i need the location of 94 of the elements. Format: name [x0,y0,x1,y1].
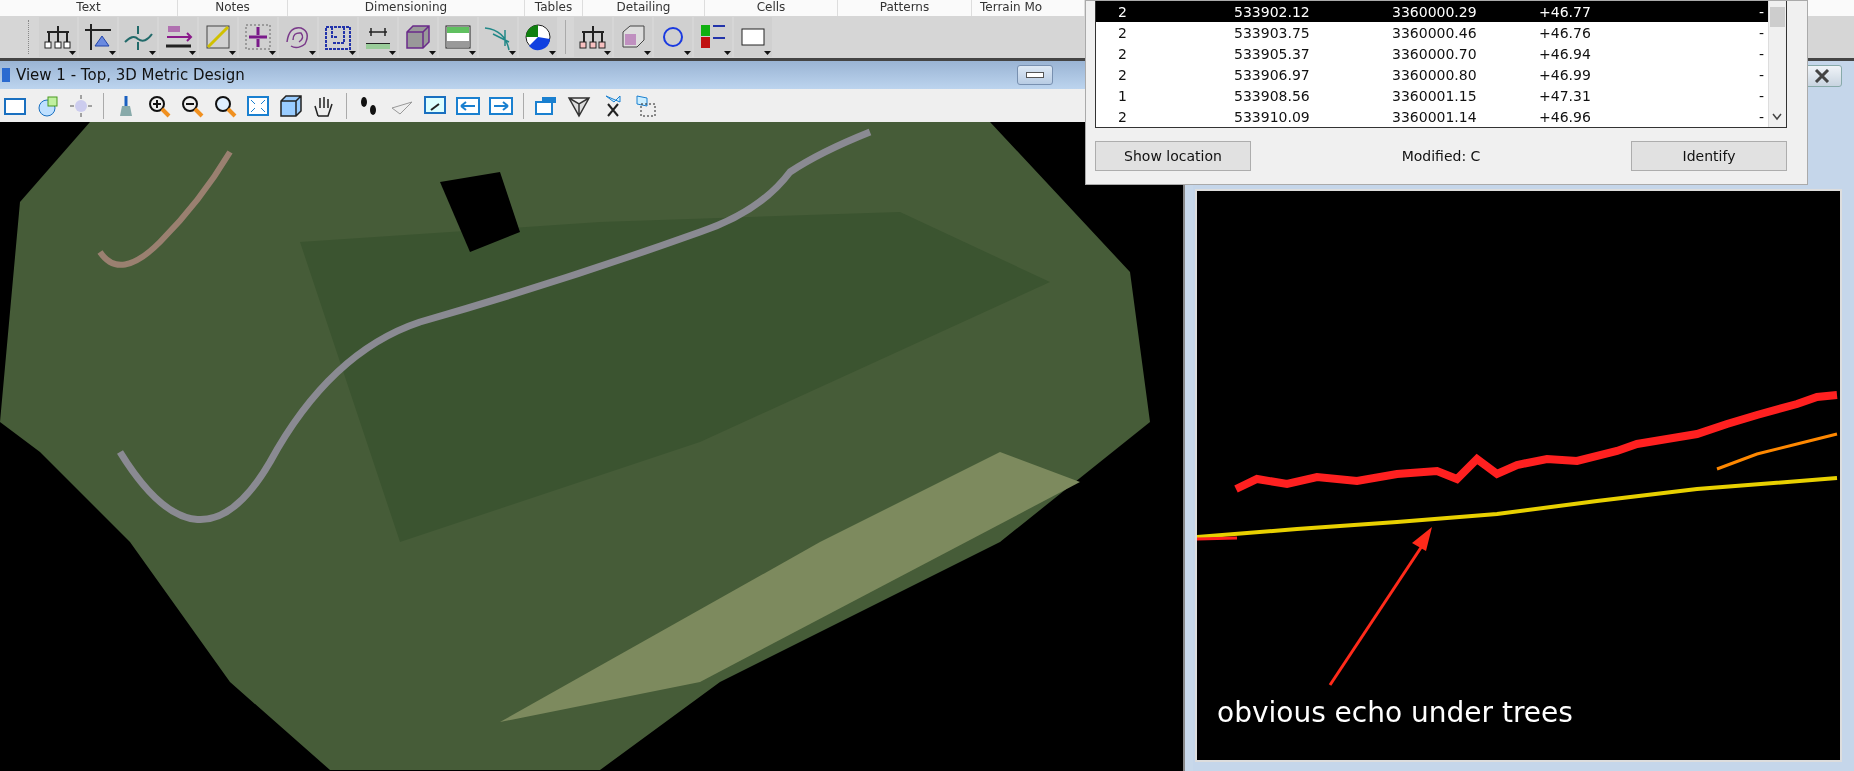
minimize-button[interactable] [1017,65,1053,85]
type-cell-text: 2 [1117,108,1128,125]
window-title: View 1 - Top, 3D Metric Design [16,66,245,84]
flag-cell-text: - [1759,108,1766,125]
toolbar-button[interactable] [574,17,612,57]
close-icon [1814,69,1830,83]
flag-cell-text: - [1759,24,1766,41]
toolbar-button[interactable] [79,17,117,57]
caret-icon [509,51,516,55]
flag-cell-text: - [1759,87,1766,104]
fit-view-icon [246,93,270,118]
table-row[interactable]: 1 533908.56 3360001.15 +47.31 - [1096,85,1769,106]
ribbon-group-label: Terrain Mo [980,0,1043,16]
z-cell-text: +46.99 [1539,66,1592,83]
x-cell-text: 533906.97 [1234,66,1311,83]
caret-icon [309,51,316,55]
scrollbar[interactable] [1768,1,1786,127]
caret-icon [389,51,396,55]
type-cell-text: 2 [1117,3,1128,20]
caret-icon [469,51,476,55]
ribbon-group-label: Dimensioning [364,0,448,16]
zoom-out-icon [180,93,204,118]
zoom-in-icon [147,93,171,118]
table-row[interactable]: 2 533906.97 3360000.80 +46.99 - [1096,64,1769,85]
type-cell-text: 2 [1117,45,1128,62]
x-cell-text: 533910.09 [1234,108,1311,125]
y-cell-text: 3360000.70 [1392,45,1478,62]
chevron-down-icon [1772,113,1783,121]
z-cell-text: +46.76 [1539,24,1592,41]
show-location-button[interactable]: Show location [1095,141,1251,171]
caret-icon [429,51,436,55]
x-cell-text: 533902.12 [1234,3,1311,20]
annotation-text: obvious echo under trees [1217,696,1573,729]
toolbar-button[interactable] [694,17,732,57]
y-cell-text: 3360001.15 [1392,87,1478,104]
type-cell-text: 2 [1117,66,1128,83]
ribbon-group-label: Detailing [616,0,671,16]
clip-box-icon [633,93,657,118]
type-cell-text: 1 [1117,87,1128,104]
x-cell-text: 533903.75 [1234,24,1311,41]
toolbar-button[interactable] [399,17,437,57]
y-cell-text: 3360000.29 [1392,3,1478,20]
diagonal-square-icon [203,22,233,52]
caret-icon [724,51,731,55]
z-cell-text: +47.31 [1539,87,1592,104]
toolbar-button[interactable] [159,17,197,57]
table-icon [443,22,473,52]
flag-cell-text: - [1759,66,1766,83]
caret-icon [644,51,651,55]
caret-icon [764,51,771,55]
type-cell-text: 2 [1117,24,1128,41]
y-cell-text: 3360000.46 [1392,24,1478,41]
y-cell-text: 3360000.80 [1392,66,1478,83]
ribbon-group-label: Tables [534,0,573,16]
caret-icon [604,51,611,55]
caret-icon [229,51,236,55]
toolbar-button[interactable] [319,17,357,57]
ribbon-group-label: Text [76,0,101,16]
caret-icon [69,51,76,55]
z-cell-text: +46.77 [1539,3,1592,20]
toolbar-button[interactable] [519,17,557,57]
caret-icon [189,51,196,55]
caret-icon [269,51,276,55]
table-row[interactable]: 2 533910.09 3360001.14 +46.96 - [1096,106,1769,127]
ribbon-group-label: Notes [215,0,250,16]
table-row[interactable]: 2 533905.37 3360000.70 +46.94 - [1096,43,1769,64]
identify-button[interactable]: Identify [1631,141,1787,171]
toolbar-button[interactable] [359,17,397,57]
caret-icon [109,51,116,55]
table-row[interactable]: 2 533902.12 3360000.29 +46.77 - [1096,1,1769,22]
pie-icon [523,22,553,52]
box-icon [403,22,433,52]
globe-icon [36,93,60,118]
box-icon [279,93,303,118]
modified-label: Modified: C [1400,148,1482,164]
x-cell-text: 533908.56 [1234,87,1311,104]
flag-cell-text: - [1759,45,1766,62]
search-icon [213,93,237,118]
x-cell-text: 533905.37 [1234,45,1311,62]
caret-icon [549,51,556,55]
ribbon-group-label: Cells [756,0,786,16]
scrollbar-thumb[interactable] [1770,7,1786,27]
caret-icon [684,51,691,55]
y-cell-text: 3360001.14 [1392,108,1478,125]
z-cell-text: +46.96 [1539,108,1592,125]
triangle-icon [83,22,113,52]
flag-cell-text: - [1759,3,1766,20]
caret-icon [349,51,356,55]
sun-icon [69,93,93,118]
table-row[interactable]: 2 533903.75 3360000.46 +46.76 - [1096,22,1769,43]
ribbon-group-label: Patterns [879,0,930,16]
toolbar-button[interactable] [39,17,77,57]
z-cell-text: +46.94 [1539,45,1592,62]
caret-icon [149,51,156,55]
